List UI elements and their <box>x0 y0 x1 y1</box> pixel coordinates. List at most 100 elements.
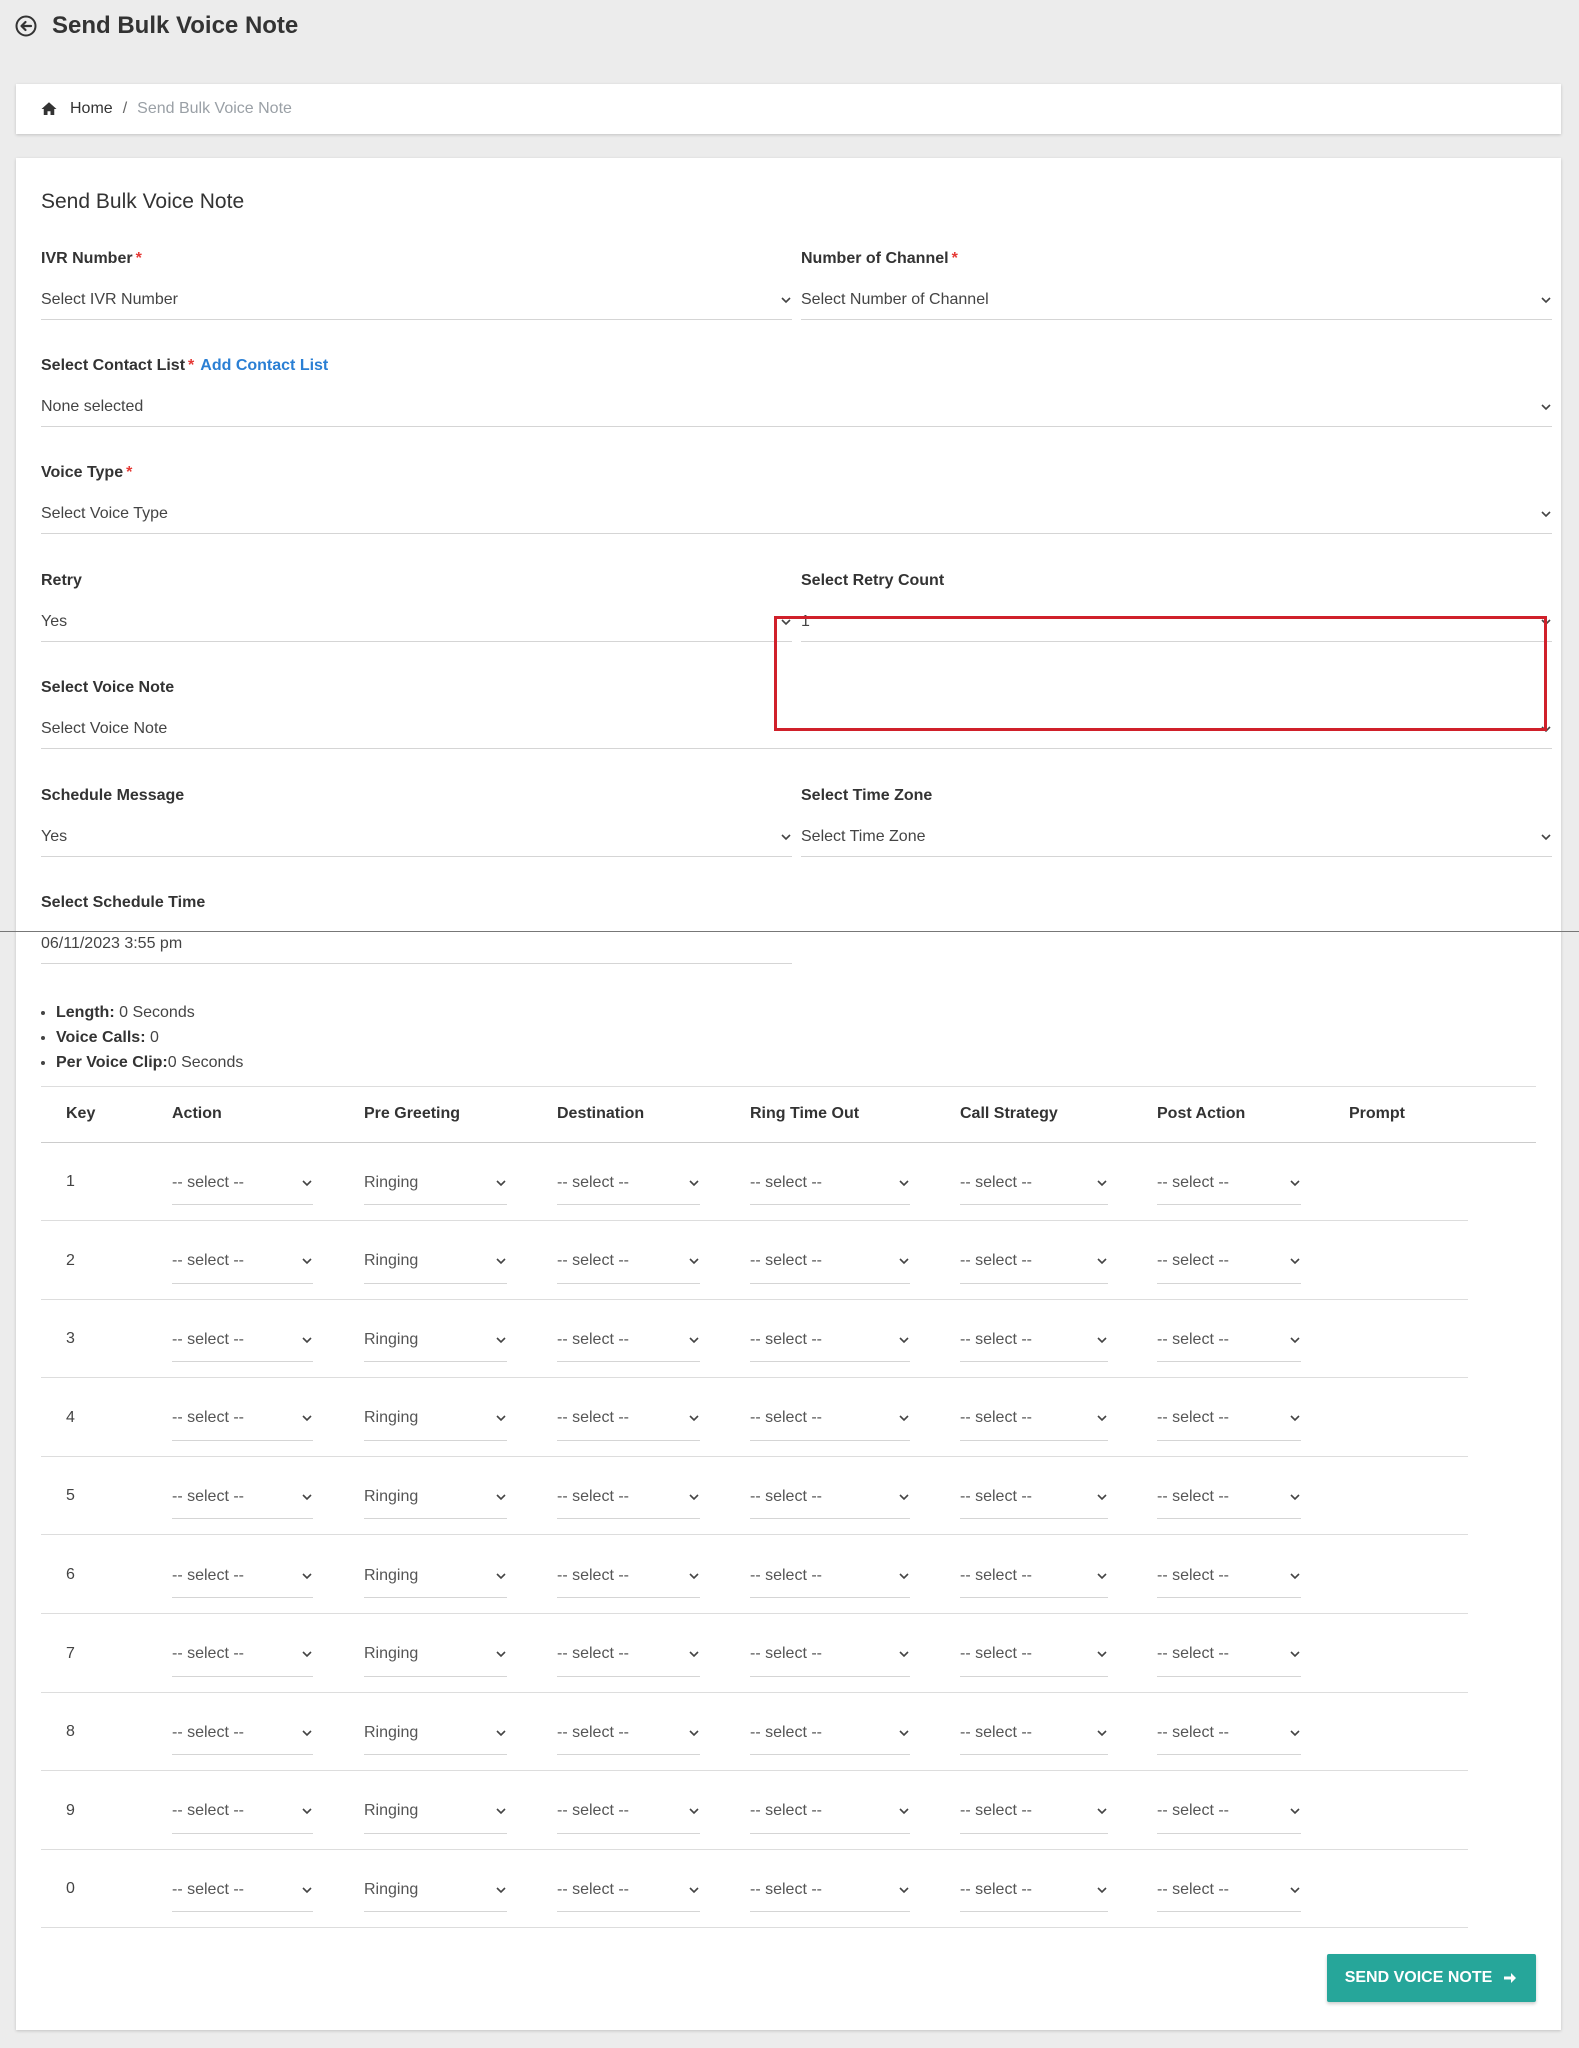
call-strategy-select[interactable]: -- select -- <box>960 1397 1108 1441</box>
action-select[interactable]: -- select -- <box>172 1161 313 1205</box>
post-action-select[interactable]: -- select -- <box>1157 1475 1301 1520</box>
call-strategy-select[interactable]: -- select -- <box>960 1161 1108 1205</box>
action-select[interactable]: -- select -- <box>172 1633 313 1677</box>
chevron-down-icon <box>302 1887 312 1894</box>
column-header: Call Strategy <box>960 1105 1058 1122</box>
destination-select[interactable]: -- select -- <box>557 1633 700 1677</box>
action-select[interactable]: -- select -- <box>172 1554 313 1598</box>
schedule-message-label: Schedule Message <box>41 787 185 804</box>
call-strategy-select[interactable]: -- select -- <box>960 1554 1108 1598</box>
pre-greeting-select[interactable]: Ringing <box>364 1554 507 1598</box>
select-value: -- select -- <box>750 1802 822 1820</box>
chevron-down-icon <box>302 1572 312 1579</box>
call-strategy-select[interactable]: -- select -- <box>960 1475 1108 1520</box>
voice-type-label: Voice Type <box>41 464 124 481</box>
ring-timeout-select[interactable]: -- select -- <box>750 1475 910 1520</box>
select-value: -- select -- <box>1157 1252 1229 1270</box>
pre-greeting-select[interactable]: Ringing <box>364 1161 507 1205</box>
post-action-select[interactable]: -- select -- <box>1157 1161 1301 1205</box>
call-strategy-select[interactable]: -- select -- <box>960 1790 1108 1834</box>
action-select[interactable]: -- select -- <box>172 1475 313 1520</box>
back-arrow-icon[interactable] <box>14 14 38 38</box>
channel-select[interactable]: Select Number of Channel <box>801 280 1552 320</box>
table-header: Key Action Pre Greeting Destination Ring… <box>41 1087 1536 1143</box>
destination-select[interactable]: -- select -- <box>557 1475 700 1520</box>
action-select[interactable]: -- select -- <box>172 1790 313 1834</box>
post-action-select[interactable]: -- select -- <box>1157 1711 1301 1756</box>
ivr-number-select[interactable]: Select IVR Number <box>41 280 792 320</box>
pre-greeting-select[interactable]: Ringing <box>364 1397 507 1441</box>
ring-timeout-select[interactable]: -- select -- <box>750 1554 910 1598</box>
destination-select[interactable]: -- select -- <box>557 1554 700 1598</box>
action-select[interactable]: -- select -- <box>172 1397 313 1441</box>
call-strategy-select[interactable]: -- select -- <box>960 1240 1108 1284</box>
destination-select[interactable]: -- select -- <box>557 1868 700 1913</box>
post-action-select[interactable]: -- select -- <box>1157 1397 1301 1441</box>
call-strategy-select[interactable]: -- select -- <box>960 1711 1108 1756</box>
add-contact-list-link[interactable]: Add Contact List <box>200 357 328 374</box>
pre-greeting-select[interactable]: Ringing <box>364 1318 507 1363</box>
pre-greeting-select[interactable]: Ringing <box>364 1790 507 1834</box>
select-value: Ringing <box>364 1880 419 1898</box>
select-value: -- select -- <box>172 1566 244 1584</box>
pre-greeting-select[interactable]: Ringing <box>364 1475 507 1520</box>
chevron-down-icon <box>496 1415 506 1422</box>
destination-select[interactable]: -- select -- <box>557 1161 700 1205</box>
chevron-down-icon <box>1290 1887 1300 1894</box>
retry-count-select[interactable]: 1 <box>801 602 1552 642</box>
pre-greeting-select[interactable]: Ringing <box>364 1711 507 1756</box>
retry-select[interactable]: Yes <box>41 602 792 642</box>
contact-list-select[interactable]: None selected <box>41 387 1552 427</box>
action-select[interactable]: -- select -- <box>172 1868 313 1913</box>
destination-select[interactable]: -- select -- <box>557 1397 700 1441</box>
call-strategy-select[interactable]: -- select -- <box>960 1318 1108 1363</box>
ring-timeout-select[interactable]: -- select -- <box>750 1790 910 1834</box>
chevron-down-icon <box>1541 296 1551 303</box>
post-action-select[interactable]: -- select -- <box>1157 1318 1301 1363</box>
action-select[interactable]: -- select -- <box>172 1240 313 1284</box>
action-select[interactable]: -- select -- <box>172 1711 313 1756</box>
select-value: -- select -- <box>172 1645 244 1663</box>
ring-timeout-select[interactable]: -- select -- <box>750 1240 910 1284</box>
table-row: 5 -- select -- Ringing -- select -- -- selec… <box>41 1457 1468 1536</box>
breadcrumb-home-link[interactable]: Home <box>70 100 113 118</box>
select-value: -- select -- <box>1157 1880 1229 1898</box>
select-value: Ringing <box>364 1645 419 1663</box>
schedule-time-input[interactable]: 06/11/2023 3:55 pm <box>41 924 792 964</box>
chevron-down-icon <box>1097 1651 1107 1658</box>
select-value: -- select -- <box>960 1645 1032 1663</box>
action-select[interactable]: -- select -- <box>172 1318 313 1363</box>
select-value: -- select -- <box>557 1330 629 1348</box>
post-action-select[interactable]: -- select -- <box>1157 1868 1301 1913</box>
ring-timeout-select[interactable]: -- select -- <box>750 1711 910 1756</box>
post-action-select[interactable]: -- select -- <box>1157 1790 1301 1834</box>
voice-note-select[interactable]: Select Voice Note <box>41 709 1552 749</box>
pre-greeting-select[interactable]: Ringing <box>364 1868 507 1913</box>
call-strategy-select[interactable]: -- select -- <box>960 1868 1108 1913</box>
send-voice-note-button[interactable]: SEND VOICE NOTE <box>1327 1954 1536 2002</box>
call-strategy-select[interactable]: -- select -- <box>960 1633 1108 1677</box>
post-action-select[interactable]: -- select -- <box>1157 1240 1301 1284</box>
voice-type-select[interactable]: Select Voice Type <box>41 494 1552 534</box>
pre-greeting-select[interactable]: Ringing <box>364 1240 507 1284</box>
select-value: -- select -- <box>750 1487 822 1505</box>
ring-timeout-select[interactable]: -- select -- <box>750 1397 910 1441</box>
destination-select[interactable]: -- select -- <box>557 1240 700 1284</box>
ring-timeout-select[interactable]: -- select -- <box>750 1868 910 1913</box>
select-value: -- select -- <box>557 1487 629 1505</box>
pre-greeting-select[interactable]: Ringing <box>364 1633 507 1677</box>
time-zone-select[interactable]: Select Time Zone <box>801 817 1552 857</box>
chevron-down-icon <box>1541 833 1551 840</box>
schedule-message-select[interactable]: Yes <box>41 817 792 857</box>
ring-timeout-select[interactable]: -- select -- <box>750 1161 910 1205</box>
ring-timeout-select[interactable]: -- select -- <box>750 1318 910 1363</box>
destination-select[interactable]: -- select -- <box>557 1318 700 1363</box>
ivr-number-value: Select IVR Number <box>41 290 178 308</box>
destination-select[interactable]: -- select -- <box>557 1711 700 1756</box>
destination-select[interactable]: -- select -- <box>557 1790 700 1834</box>
chevron-down-icon <box>302 1258 312 1265</box>
ring-timeout-select[interactable]: -- select -- <box>750 1633 910 1677</box>
channel-value: Select Number of Channel <box>801 290 989 308</box>
post-action-select[interactable]: -- select -- <box>1157 1554 1301 1598</box>
post-action-select[interactable]: -- select -- <box>1157 1633 1301 1677</box>
